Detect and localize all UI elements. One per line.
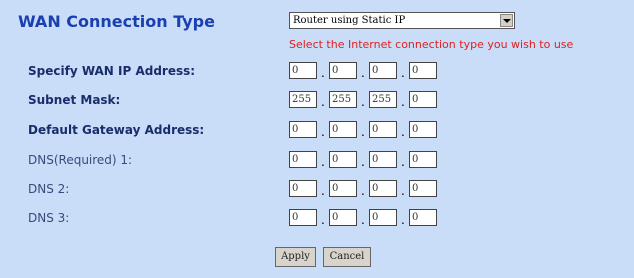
gateway-label: Default Gateway Address: [28,123,205,137]
ip-separator: . [321,155,325,169]
dns2-octet-1[interactable]: 0 [289,180,317,197]
cancel-button[interactable]: Cancel [323,247,371,267]
subnet-mask-label: Subnet Mask: [28,93,121,107]
ip-separator: . [361,125,365,139]
wan-ip-octet-3[interactable]: 0 [369,62,397,79]
apply-button[interactable]: Apply [275,247,316,267]
dns2-octet-4[interactable]: 0 [409,180,437,197]
dns2-label: DNS 2: [28,182,70,196]
chevron-down-icon[interactable] [500,14,513,27]
ip-separator: . [321,184,325,198]
dns3-octet-3[interactable]: 0 [369,209,397,226]
dns3-octet-2[interactable]: 0 [329,209,357,226]
ip-separator: . [361,184,365,198]
gateway-octet-4[interactable]: 0 [409,121,437,138]
dns3-octet-1[interactable]: 0 [289,209,317,226]
ip-separator: . [401,125,405,139]
dns1-octet-2[interactable]: 0 [329,151,357,168]
subnet-octet-1[interactable]: 255 [289,91,317,108]
ip-separator: . [321,66,325,80]
wan-ip-octet-1[interactable]: 0 [289,62,317,79]
connection-type-value: Router using Static IP [293,15,406,26]
subnet-octet-4[interactable]: 0 [409,91,437,108]
ip-separator: . [401,213,405,227]
ip-separator: . [401,95,405,109]
dns3-label: DNS 3: [28,211,70,225]
wan-ip-octet-2[interactable]: 0 [329,62,357,79]
gateway-octet-1[interactable]: 0 [289,121,317,138]
gateway-octet-3[interactable]: 0 [369,121,397,138]
ip-separator: . [321,213,325,227]
ip-separator: . [361,95,365,109]
ip-separator: . [401,184,405,198]
dns1-label: DNS(Required) 1: [28,153,133,167]
dns1-octet-1[interactable]: 0 [289,151,317,168]
gateway-octet-2[interactable]: 0 [329,121,357,138]
subnet-octet-3[interactable]: 255 [369,91,397,108]
dns2-octet-2[interactable]: 0 [329,180,357,197]
dns1-octet-3[interactable]: 0 [369,151,397,168]
ip-separator: . [361,213,365,227]
subnet-octet-2[interactable]: 255 [329,91,357,108]
connection-type-select[interactable]: Router using Static IP [289,12,515,29]
ip-separator: . [321,125,325,139]
ip-separator: . [401,66,405,80]
dns3-octet-4[interactable]: 0 [409,209,437,226]
page-title: WAN Connection Type [18,12,215,31]
ip-separator: . [321,95,325,109]
connection-hint: Select the Internet connection type you … [289,38,574,51]
wan-ip-label: Specify WAN IP Address: [28,64,196,78]
ip-separator: . [361,66,365,80]
dns2-octet-3[interactable]: 0 [369,180,397,197]
ip-separator: . [401,155,405,169]
wan-ip-octet-4[interactable]: 0 [409,62,437,79]
dns1-octet-4[interactable]: 0 [409,151,437,168]
ip-separator: . [361,155,365,169]
